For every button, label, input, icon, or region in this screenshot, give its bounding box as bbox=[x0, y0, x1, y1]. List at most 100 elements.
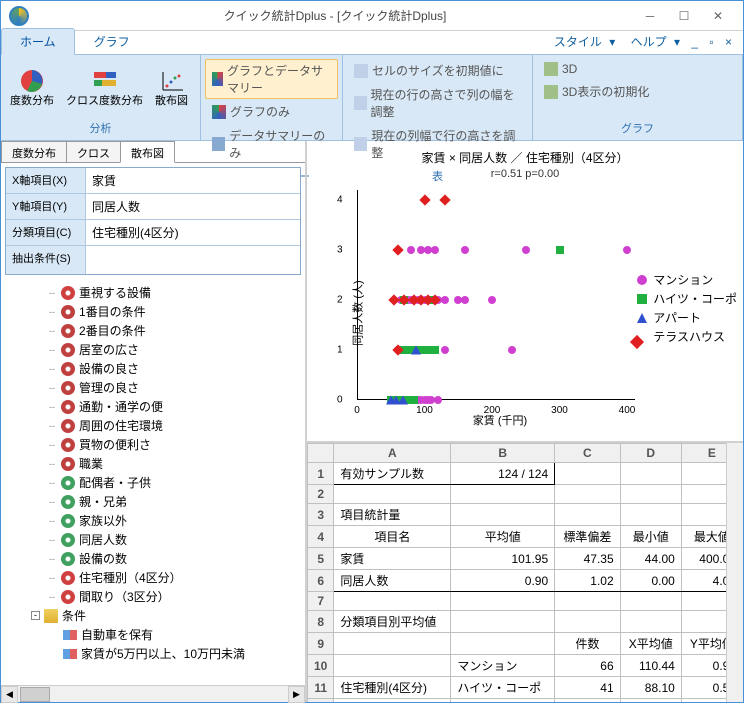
tree-item[interactable]: --設備の良さ bbox=[3, 359, 303, 378]
y-axis-field[interactable]: 同居人数 bbox=[86, 194, 300, 219]
reset-3d-option[interactable]: 3D表示の初期化 bbox=[537, 80, 738, 103]
data-point bbox=[431, 346, 439, 354]
horizontal-scrollbar[interactable]: ◀ ▶ bbox=[1, 685, 305, 702]
tree-item[interactable]: 家賃が5万円以上、10万円未満 bbox=[3, 644, 303, 663]
cell-icon bbox=[354, 96, 367, 110]
scroll-right-button[interactable]: ▶ bbox=[288, 686, 305, 703]
data-point bbox=[407, 246, 415, 254]
summary-table[interactable]: A B C D E 1有効サンプル数124 / 124 2 3項目統計量 4項目… bbox=[307, 443, 743, 702]
tree-item-label: 設備の良さ bbox=[79, 360, 139, 377]
minimize-button[interactable]: ─ bbox=[633, 4, 667, 28]
x-axis-field[interactable]: 家賃 bbox=[86, 168, 300, 193]
maximize-button[interactable]: ☐ bbox=[667, 4, 701, 28]
cross-freq-button[interactable]: クロス度数分布 bbox=[61, 59, 148, 116]
corner-cell[interactable] bbox=[308, 444, 334, 463]
ribbon-tab-home[interactable]: ホーム bbox=[1, 28, 75, 55]
category-field[interactable]: 住宅種別(4区分) bbox=[86, 220, 300, 245]
freq-dist-button[interactable]: 度数分布 bbox=[5, 59, 59, 116]
chart-subtitle: r=0.51 p=0.00 bbox=[315, 168, 735, 180]
tree-item-label: 1番目の条件 bbox=[79, 303, 146, 320]
tree-item[interactable]: --重視する設備 bbox=[3, 283, 303, 302]
variable-type-icon bbox=[61, 362, 75, 376]
data-point bbox=[392, 244, 403, 255]
tree-item[interactable]: --家族以外 bbox=[3, 511, 303, 530]
data-tab-freq[interactable]: 度数分布 bbox=[1, 141, 67, 162]
data-tab-scatter[interactable]: 散布図 bbox=[120, 141, 175, 163]
col-header[interactable]: C bbox=[555, 444, 620, 463]
variable-type-icon bbox=[61, 533, 75, 547]
tree-item-label: 周囲の住宅環境 bbox=[79, 417, 163, 434]
mdi-restore-icon[interactable]: ▫ bbox=[709, 35, 713, 49]
tree-item[interactable]: --住宅種別（4区分） bbox=[3, 568, 303, 587]
mdi-minimize-icon[interactable]: _ bbox=[691, 35, 698, 49]
condition-label: 抽出条件(S) bbox=[6, 246, 86, 274]
variable-tree[interactable]: --重視する設備--1番目の条件--2番目の条件--居室の広さ--設備の良さ--… bbox=[1, 279, 305, 685]
graph-and-summary-option[interactable]: グラフとデータサマリー bbox=[205, 59, 338, 99]
tree-item-label: 親・兄弟 bbox=[79, 493, 127, 510]
variable-type-icon bbox=[61, 305, 75, 319]
cell-icon bbox=[354, 64, 368, 78]
tree-item[interactable]: --管理の良さ bbox=[3, 378, 303, 397]
tree-item[interactable]: 自動車を保有 bbox=[3, 625, 303, 644]
variable-type-icon bbox=[61, 419, 75, 433]
tree-item[interactable]: --買物の便利さ bbox=[3, 435, 303, 454]
col-header[interactable]: A bbox=[334, 444, 451, 463]
adjust-col-by-row-option[interactable]: 現在の行の高さで列の幅を調整 bbox=[347, 83, 528, 123]
tree-item[interactable]: --親・兄弟 bbox=[3, 492, 303, 511]
tree-item-label: 配偶者・子供 bbox=[79, 474, 151, 491]
app-logo-icon bbox=[9, 6, 29, 26]
condition-icon bbox=[63, 649, 77, 659]
tree-item[interactable]: --通勤・通学の便 bbox=[3, 397, 303, 416]
tree-item[interactable]: --1番目の条件 bbox=[3, 302, 303, 321]
condition-field[interactable] bbox=[86, 246, 300, 274]
variable-type-icon bbox=[61, 286, 75, 300]
legend-item: ハイツ・コーポ bbox=[637, 290, 737, 307]
x-axis-label: X軸項目(X) bbox=[6, 168, 86, 193]
variable-type-icon bbox=[61, 324, 75, 338]
3d-toggle-option[interactable]: 3D bbox=[537, 59, 738, 79]
tree-item[interactable]: --職業 bbox=[3, 454, 303, 473]
stacked-bar-icon bbox=[91, 67, 119, 95]
tree-item[interactable]: --周囲の住宅環境 bbox=[3, 416, 303, 435]
data-point bbox=[398, 396, 408, 405]
data-tab-cross[interactable]: クロス bbox=[66, 141, 121, 162]
data-point bbox=[623, 246, 631, 254]
tree-item-label: 住宅種別（4区分） bbox=[79, 569, 182, 586]
col-header[interactable]: B bbox=[451, 444, 555, 463]
y-axis-label: Y軸項目(Y) bbox=[6, 194, 86, 219]
tree-folder[interactable]: -条件 bbox=[3, 606, 303, 625]
vertical-scrollbar[interactable] bbox=[726, 443, 743, 702]
close-button[interactable]: ✕ bbox=[701, 4, 735, 28]
variable-type-icon bbox=[61, 571, 75, 585]
data-point bbox=[439, 194, 450, 205]
condition-icon bbox=[63, 630, 77, 640]
graph-only-option[interactable]: グラフのみ bbox=[205, 100, 338, 123]
tree-folder-label: 条件 bbox=[62, 607, 86, 624]
data-point bbox=[488, 296, 496, 304]
window-title: クイック統計Dplus - [クイック統計Dplus] bbox=[37, 7, 633, 24]
tree-item-label: 家族以外 bbox=[79, 512, 127, 529]
data-point bbox=[441, 346, 449, 354]
tree-item[interactable]: --間取り（3区分） bbox=[3, 587, 303, 606]
col-header[interactable]: D bbox=[620, 444, 681, 463]
folder-icon bbox=[44, 609, 58, 623]
tree-item[interactable]: --居室の広さ bbox=[3, 340, 303, 359]
tree-item[interactable]: --配偶者・子供 bbox=[3, 473, 303, 492]
tree-item-label: 管理の良さ bbox=[79, 379, 139, 396]
data-point bbox=[434, 396, 442, 404]
tree-item[interactable]: --設備の数 bbox=[3, 549, 303, 568]
variable-type-icon bbox=[61, 400, 75, 414]
tree-item[interactable]: --2番目の条件 bbox=[3, 321, 303, 340]
help-menu[interactable]: ヘルプ ▾ bbox=[627, 35, 680, 49]
data-point bbox=[522, 246, 530, 254]
tree-item[interactable]: --同居人数 bbox=[3, 530, 303, 549]
style-menu[interactable]: スタイル ▾ bbox=[550, 35, 615, 49]
data-point bbox=[461, 246, 469, 254]
scroll-thumb[interactable] bbox=[20, 687, 50, 702]
tree-item-label: 設備の数 bbox=[79, 550, 127, 567]
scroll-left-button[interactable]: ◀ bbox=[1, 686, 18, 703]
scatter-button[interactable]: 散布図 bbox=[150, 59, 193, 116]
mdi-close-icon[interactable]: × bbox=[725, 35, 732, 49]
ribbon-tab-graph[interactable]: グラフ bbox=[75, 28, 149, 54]
reset-cell-size-option[interactable]: セルのサイズを初期値に bbox=[347, 59, 528, 82]
